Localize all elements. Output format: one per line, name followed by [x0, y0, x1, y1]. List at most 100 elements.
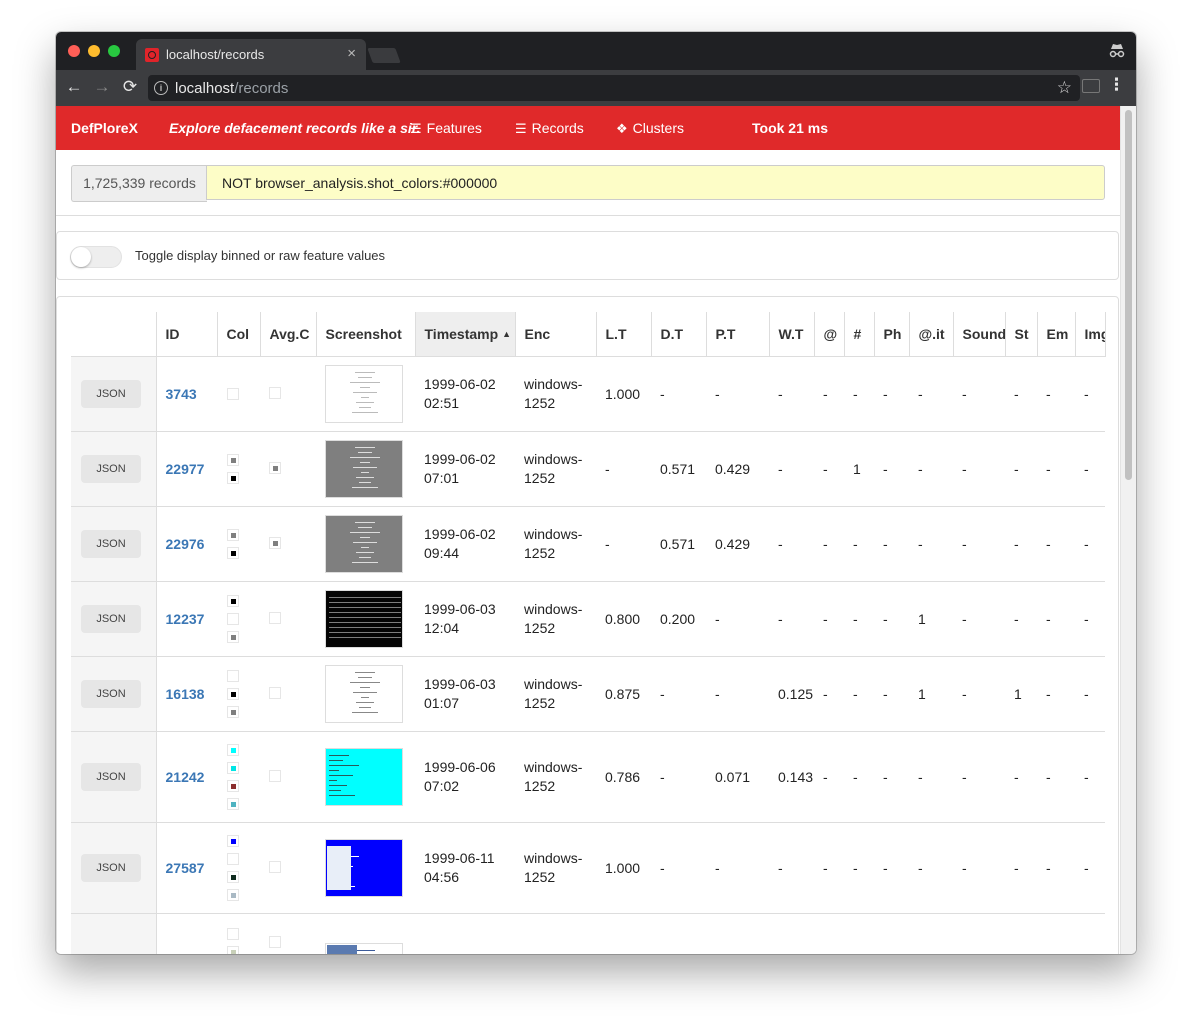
sort-ascending-icon[interactable]: ▲	[502, 329, 511, 339]
column-header-hash[interactable]: #	[843, 312, 874, 357]
json-button[interactable]: JSON	[81, 604, 141, 633]
record-id-link[interactable]: 3743	[166, 386, 197, 402]
column-header-label: W.T	[778, 325, 804, 342]
binned-raw-toggle[interactable]	[70, 246, 122, 268]
brand-link[interactable]: DefPloreX	[71, 120, 138, 136]
feature-value: -	[1084, 685, 1089, 702]
feature-cell-st: -	[1005, 821, 1037, 913]
column-header-col[interactable]: Col	[216, 312, 260, 357]
info-icon[interactable]: i	[154, 81, 168, 95]
forward-icon[interactable]: →	[92, 77, 112, 97]
record-id-link[interactable]: 22977	[166, 461, 205, 477]
json-button[interactable]: JSON	[81, 853, 141, 882]
zoom-window-button[interactable]	[108, 45, 120, 57]
scrollbar-thumb[interactable]	[1125, 110, 1132, 480]
thumbnail-text-line	[329, 611, 401, 613]
column-header-id[interactable]: ID	[155, 312, 217, 357]
column-header-st[interactable]: St	[1004, 312, 1037, 357]
feature-cell-wt: -	[769, 505, 814, 581]
reload-icon[interactable]: ⟳	[120, 77, 140, 97]
avg-color-swatch	[269, 461, 281, 474]
nav-clusters-link[interactable]: ❖ Clusters	[616, 120, 684, 137]
screenshot-thumbnail[interactable]	[325, 589, 403, 648]
column-header-at-it[interactable]: @.it	[908, 312, 953, 357]
feature-value: -	[1014, 535, 1019, 552]
screenshot-thumbnail[interactable]	[325, 838, 403, 897]
record-id-link[interactable]: 21242	[166, 769, 205, 785]
color-swatch	[227, 834, 239, 847]
feature-cell-pt: -	[706, 580, 769, 656]
record-id-link[interactable]: 16138	[166, 686, 205, 702]
feature-cell-img	[1075, 912, 1105, 954]
screenshot-thumbnail[interactable]	[325, 439, 403, 498]
screenshot-thumbnail[interactable]	[325, 514, 403, 573]
feature-value: 0.429	[715, 460, 751, 477]
feature-cell-lt	[596, 912, 651, 954]
feature-cell-hash: -	[844, 821, 874, 913]
color-swatch	[227, 870, 239, 883]
bookmark-star-icon[interactable]: ☆	[1057, 78, 1072, 98]
column-header-timestamp[interactable]: Timestamp ▲	[414, 312, 515, 357]
colors-cell	[217, 505, 260, 581]
close-window-button[interactable]	[68, 45, 80, 57]
feature-value: -	[778, 460, 783, 477]
feature-value: -	[918, 859, 923, 876]
feature-cell-at: -	[814, 430, 844, 506]
record-id-link[interactable]: 22976	[166, 536, 205, 552]
screenshot-thumbnail[interactable]	[325, 943, 403, 954]
column-header-sound[interactable]: Sound	[952, 312, 1005, 357]
screenshot-thumbnail[interactable]	[325, 664, 403, 723]
json-cell: JSON	[71, 730, 157, 822]
record-id-link[interactable]: 27587	[166, 860, 205, 876]
address-bar[interactable]: i localhost/records ☆	[148, 75, 1080, 101]
column-header-at[interactable]: @	[813, 312, 844, 357]
screenshot-thumbnail[interactable]	[325, 747, 403, 806]
timestamp-cell: 1999-06-02 02:51	[415, 355, 515, 431]
vertical-scrollbar[interactable]	[1120, 106, 1136, 954]
column-header-ph[interactable]: Ph	[873, 312, 909, 357]
column-header-label: #	[853, 325, 862, 342]
cast-icon[interactable]	[1082, 79, 1100, 93]
timestamp-cell: 1999-06-03 01:07	[415, 655, 515, 731]
feature-cell-lt: 1.000	[596, 355, 651, 431]
browser-menu-icon[interactable]: ⋮	[1108, 75, 1125, 95]
screenshot-cell	[316, 355, 415, 431]
new-tab-button[interactable]	[367, 48, 401, 63]
color-swatch	[227, 612, 239, 625]
timestamp-time: 09:44	[424, 544, 460, 561]
search-query-input[interactable]: NOT browser_analysis.shot_colors:#000000	[206, 165, 1105, 200]
color-swatch	[227, 705, 239, 718]
feature-cell-wt: -	[769, 430, 814, 506]
column-header-w-t[interactable]: W.T	[768, 312, 814, 357]
browser-tab[interactable]: localhost/records ×	[136, 39, 366, 70]
back-icon[interactable]: ←	[64, 77, 84, 97]
column-header-enc[interactable]: Enc	[514, 312, 596, 357]
feature-value: -	[962, 768, 967, 785]
feature-cell-img: -	[1075, 655, 1105, 731]
json-button[interactable]: JSON	[81, 529, 141, 558]
feature-value: 0.429	[715, 535, 751, 552]
column-header-em[interactable]: Em	[1036, 312, 1075, 357]
column-header-avg-c[interactable]: Avg.C	[259, 312, 316, 357]
feature-cell-dt: -	[651, 355, 706, 431]
minimize-window-button[interactable]	[88, 45, 100, 57]
json-button[interactable]: JSON	[81, 762, 141, 791]
column-header-screenshot[interactable]: Screenshot	[315, 312, 415, 357]
nav-records-link[interactable]: ☰ Records	[515, 120, 584, 137]
column-header-l-t[interactable]: L.T	[595, 312, 651, 357]
timestamp-date: 1999-06-02	[424, 525, 496, 542]
avg-color-cell	[260, 505, 316, 581]
record-id-link[interactable]: 12237	[166, 611, 205, 627]
column-header-img[interactable]: Img	[1074, 312, 1105, 357]
nav-features-link[interactable]: ☰ Features	[410, 120, 482, 137]
feature-cell-hash: -	[844, 580, 874, 656]
column-header-d-t[interactable]: D.T	[650, 312, 706, 357]
json-button[interactable]: JSON	[81, 454, 141, 483]
json-button[interactable]: JSON	[81, 379, 141, 408]
tab-close-icon[interactable]: ×	[347, 45, 356, 62]
screenshot-thumbnail[interactable]	[325, 364, 403, 423]
timestamp-date: 1999-06-03	[424, 600, 496, 617]
column-header-p-t[interactable]: P.T	[705, 312, 769, 357]
feature-cell-at: -	[814, 505, 844, 581]
json-button[interactable]: JSON	[81, 679, 141, 708]
